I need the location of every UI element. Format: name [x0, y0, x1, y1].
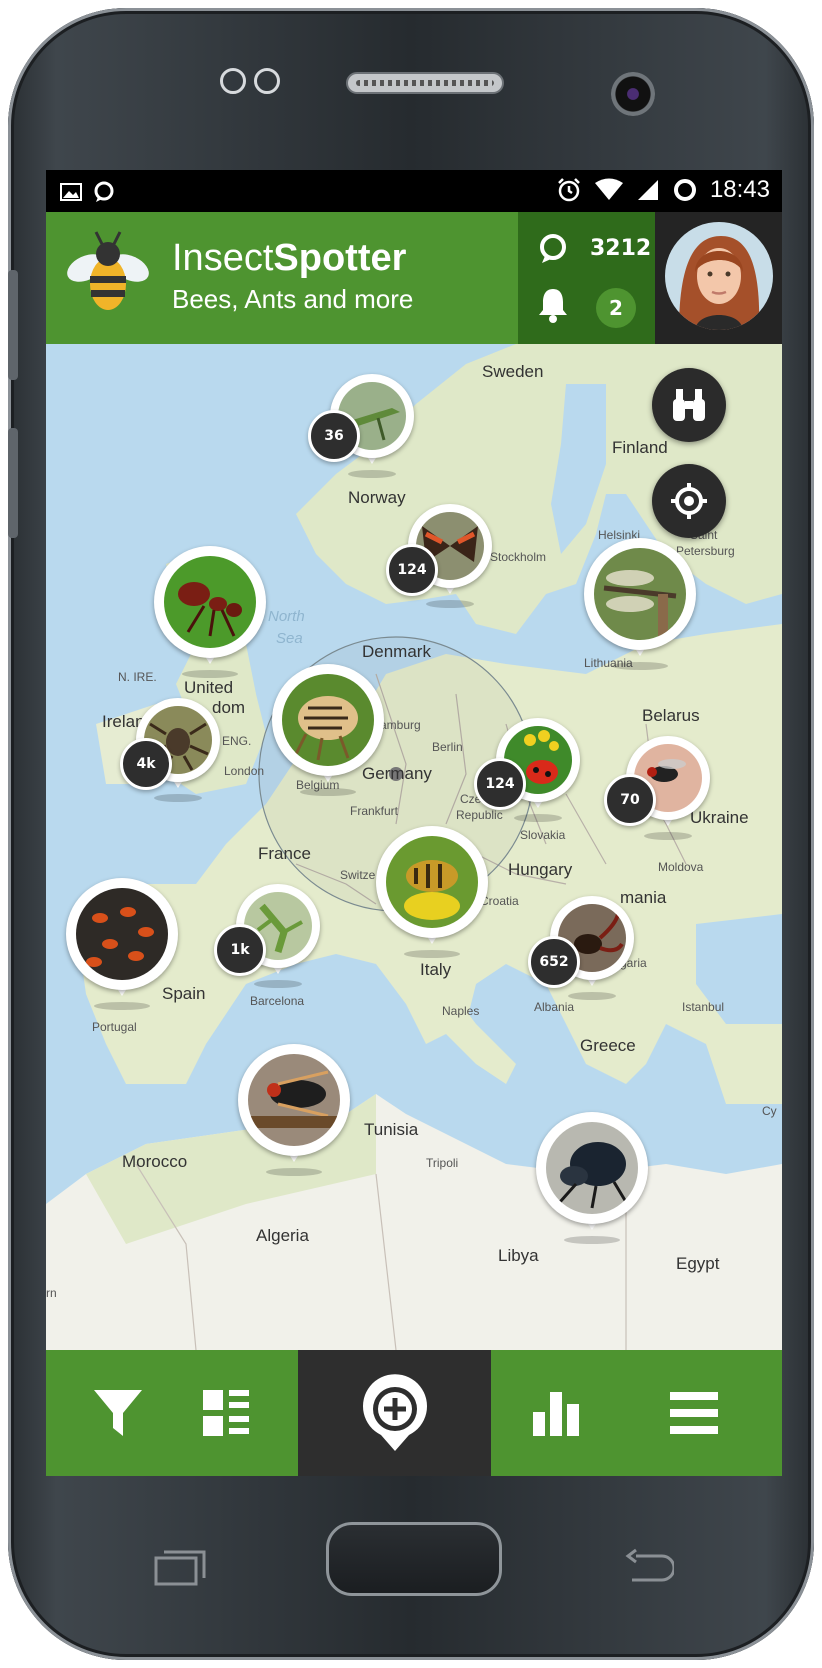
app-header: InsectSpotter Bees, Ants and more 3212 2 — [46, 212, 782, 344]
phone-screen: 18:43 InsectSpotter Bees, Ants and more … — [46, 170, 782, 1476]
potato-beetle-pin[interactable] — [272, 664, 384, 804]
label-north: North — [268, 608, 305, 625]
cicada-pin[interactable] — [238, 1044, 350, 1184]
label-france: France — [258, 844, 311, 863]
status-bar: 18:43 — [46, 170, 782, 212]
label-norway: Norway — [348, 488, 406, 507]
label-naples: Naples — [442, 1004, 480, 1018]
earpiece-speaker — [346, 72, 504, 94]
list-view-icon — [203, 1390, 249, 1436]
ant-pin[interactable] — [154, 546, 266, 686]
light-sensor — [254, 68, 280, 94]
bixby-button — [8, 428, 18, 538]
label-hamburg: amburg — [380, 718, 421, 732]
label-n-ire: N. IRE. — [118, 670, 157, 684]
wifi-icon — [594, 178, 623, 200]
dragonfly-pin[interactable] — [584, 538, 696, 678]
cluster-count-belarus[interactable]: 70 — [604, 774, 656, 826]
filter-button[interactable] — [70, 1350, 166, 1476]
cluster-count-ireland[interactable]: 4k — [120, 738, 172, 790]
label-sea: Sea — [276, 630, 303, 647]
label-belarus: Belarus — [642, 706, 700, 725]
statistics-icon — [533, 1392, 579, 1436]
label-algeria: Algeria — [256, 1226, 309, 1245]
back-key-icon[interactable] — [622, 1548, 674, 1586]
label-frankfurt: Frankfurt — [350, 804, 399, 818]
label-hungary: Hungary — [508, 860, 573, 879]
statistics-button[interactable] — [508, 1350, 604, 1476]
cluster-count-sweden[interactable]: 124 — [386, 544, 438, 596]
bee-pin[interactable] — [376, 826, 488, 966]
dung-beetle-pin[interactable] — [536, 1112, 648, 1252]
volume-button — [8, 270, 18, 380]
label-moldova: Moldova — [658, 860, 704, 874]
label-barcelona: Barcelona — [250, 994, 305, 1008]
label-edge: rn — [46, 1286, 57, 1300]
brand-suffix: Spotter — [273, 237, 407, 279]
app-brand: InsectSpotter Bees, Ants and more — [172, 238, 413, 315]
label-berlin: Berlin — [432, 740, 463, 754]
label-morocco: Morocco — [122, 1152, 188, 1171]
avatar-container[interactable] — [655, 212, 782, 344]
status-time: 18:43 — [709, 176, 770, 203]
cluster-count-balkans[interactable]: 652 — [528, 936, 580, 988]
cluster-count-norway[interactable]: 36 — [308, 410, 360, 462]
label-tripoli: Tripoli — [426, 1156, 459, 1170]
brand-tagline: Bees, Ants and more — [172, 284, 414, 314]
label-slovakia: Slovakia — [520, 828, 566, 842]
label-eng: ENG. — [222, 734, 252, 748]
binoculars-button[interactable] — [652, 368, 726, 442]
label-switzerland: Switze — [340, 868, 376, 882]
cluster-count-germany-east[interactable]: 124 — [474, 758, 526, 810]
menu-icon — [670, 1392, 718, 1434]
proximity-sensor — [220, 68, 246, 94]
user-avatar[interactable] — [665, 222, 773, 330]
label-tunisia: Tunisia — [364, 1120, 419, 1139]
list-view-button[interactable] — [178, 1350, 274, 1476]
brand-name: InsectSpotter — [172, 238, 413, 278]
label-egypt: Egypt — [676, 1254, 720, 1273]
filter-icon — [94, 1390, 142, 1436]
add-sighting-icon — [362, 1374, 427, 1451]
alarm-icon — [558, 178, 580, 202]
label-greece: Greece — [580, 1036, 636, 1055]
label-cyprus: Cy — [762, 1104, 777, 1118]
notification-badge[interactable]: 2 — [596, 288, 636, 328]
bell-icon[interactable] — [536, 286, 570, 324]
locate-icon — [671, 483, 707, 519]
points-icon — [540, 234, 566, 263]
label-london: London — [224, 764, 265, 778]
home-button[interactable] — [326, 1522, 502, 1596]
image-icon — [60, 183, 82, 201]
points-value: 3212 — [590, 236, 652, 261]
battery-ring-icon — [673, 179, 696, 201]
firebugs-pin[interactable] — [66, 878, 178, 1018]
add-sighting-button[interactable] — [298, 1350, 491, 1476]
label-portugal: Portugal — [92, 1020, 137, 1034]
map-view[interactable]: Sweden Finland Norway Helsinki Saint Pet… — [46, 344, 782, 1350]
recents-key-icon[interactable] — [154, 1548, 206, 1586]
front-camera — [611, 72, 655, 116]
label-denmark: Denmark — [362, 642, 431, 661]
menu-button[interactable] — [646, 1350, 742, 1476]
cluster-count-spain[interactable]: 1k — [214, 924, 266, 976]
label-sweden: Sweden — [482, 362, 544, 381]
chat-bubble-icon — [94, 181, 114, 202]
signal-icon — [637, 180, 658, 200]
bottom-navigation — [46, 1350, 782, 1476]
label-istanbul: Istanbul — [682, 1000, 725, 1014]
bee-icon — [67, 231, 149, 310]
label-stockholm: Stockholm — [490, 550, 547, 564]
brand-prefix: Insect — [172, 237, 274, 279]
locate-button[interactable] — [652, 464, 726, 538]
label-finland: Finland — [612, 438, 668, 457]
user-stats: 3212 2 — [518, 212, 655, 344]
binoculars-icon — [673, 389, 705, 421]
label-libya: Libya — [498, 1246, 539, 1265]
